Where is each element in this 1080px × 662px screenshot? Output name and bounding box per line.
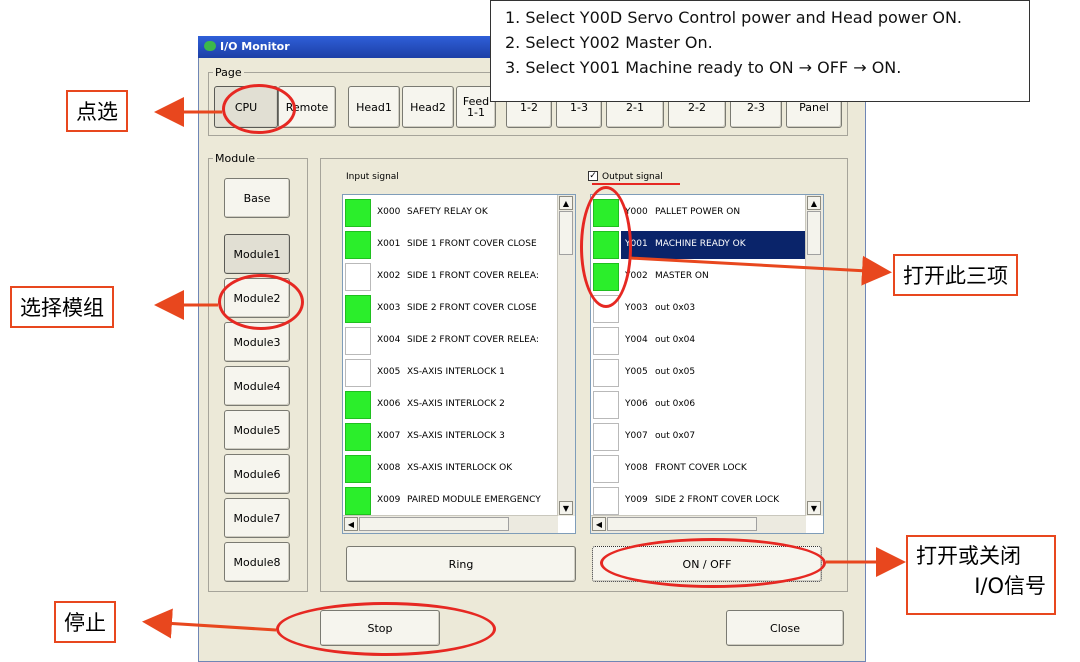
- arrow-to-open-three-callout: [629, 255, 892, 286]
- annotation-arrows: [142, 97, 906, 639]
- arrow-to-stop-callout: [142, 608, 277, 639]
